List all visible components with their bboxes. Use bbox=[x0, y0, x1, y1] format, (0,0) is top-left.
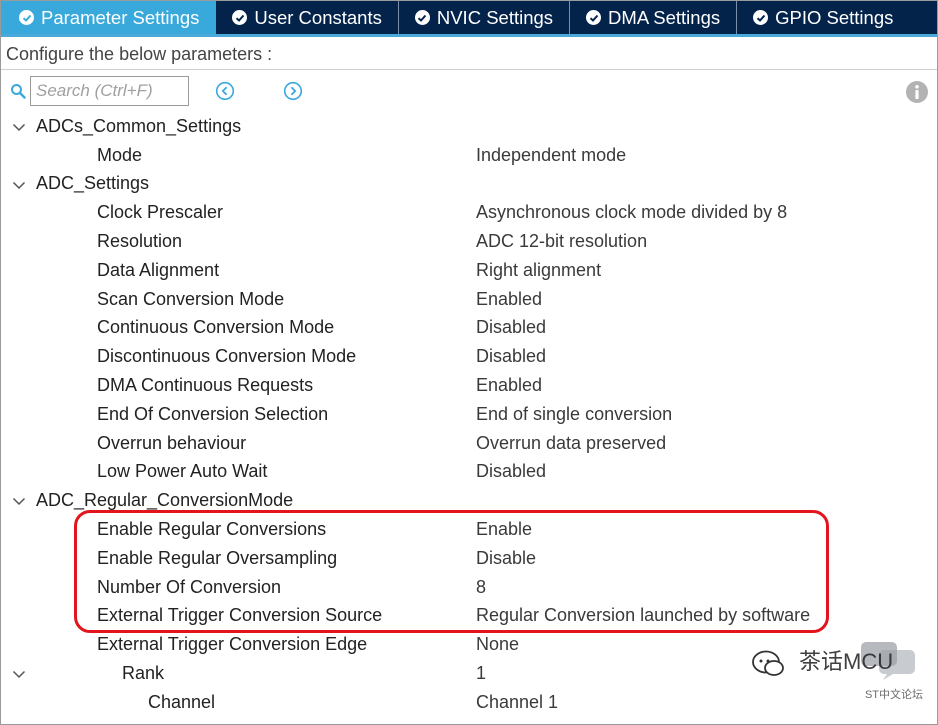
param-label: End Of Conversion Selection bbox=[97, 403, 329, 424]
tab-label: DMA Settings bbox=[608, 6, 721, 28]
tab-gpio-settings[interactable]: GPIO Settings bbox=[737, 1, 937, 34]
tab-label: GPIO Settings bbox=[775, 6, 894, 28]
check-circle-icon bbox=[753, 10, 769, 25]
chevron-right-circle-icon bbox=[283, 81, 303, 101]
param-label: Rank bbox=[122, 663, 165, 684]
param-row[interactable]: DMA Continuous Requests Enabled bbox=[1, 371, 937, 400]
param-label: Channel bbox=[148, 691, 216, 712]
param-value[interactable]: End of single conversion bbox=[476, 404, 672, 425]
param-row[interactable]: Discontinuous Conversion Mode Disabled bbox=[1, 342, 937, 371]
parameter-settings-panel: Parameter Settings User Constants NVIC S… bbox=[0, 0, 938, 725]
rank-row[interactable]: Rank 1 bbox=[1, 659, 937, 688]
param-value[interactable]: Independent mode bbox=[476, 145, 626, 166]
param-value[interactable]: Channel 1 bbox=[476, 692, 558, 713]
chevron-down-icon[interactable] bbox=[11, 119, 27, 135]
check-circle-icon bbox=[19, 10, 34, 25]
param-value[interactable]: Right alignment bbox=[476, 260, 601, 281]
param-label: External Trigger Conversion Source bbox=[97, 605, 383, 626]
param-row[interactable]: Overrun behaviour Overrun data preserved bbox=[1, 429, 937, 458]
param-label: Low Power Auto Wait bbox=[97, 461, 268, 482]
param-label: Resolution bbox=[97, 231, 183, 252]
search-icon bbox=[9, 82, 27, 100]
chevron-left-circle-icon bbox=[215, 81, 235, 101]
check-circle-icon bbox=[586, 10, 602, 25]
tab-bar: Parameter Settings User Constants NVIC S… bbox=[1, 1, 937, 37]
search-input[interactable] bbox=[30, 76, 189, 106]
configure-banner: Configure the below parameters : bbox=[1, 40, 937, 70]
group-adc-regular-conversionmode[interactable]: ADC_Regular_ConversionMode bbox=[1, 486, 937, 515]
param-value[interactable]: Overrun data preserved bbox=[476, 433, 666, 454]
group-adcs-common-settings[interactable]: ADCs_Common_Settings bbox=[1, 112, 937, 141]
check-circle-icon bbox=[232, 10, 248, 25]
param-value[interactable]: Disabled bbox=[476, 346, 546, 367]
param-label: Number Of Conversion bbox=[97, 576, 282, 597]
param-value[interactable]: ADC 12-bit resolution bbox=[476, 231, 647, 252]
param-label: Mode bbox=[97, 144, 143, 165]
param-row[interactable]: External Trigger Conversion Edge None bbox=[1, 630, 937, 659]
param-value[interactable]: Disable bbox=[476, 548, 536, 569]
search-toolbar bbox=[1, 73, 937, 109]
param-label: DMA Continuous Requests bbox=[97, 375, 314, 396]
param-label: Enable Regular Conversions bbox=[97, 519, 327, 540]
param-label: Data Alignment bbox=[97, 259, 220, 280]
param-label: Enable Regular Oversampling bbox=[97, 547, 338, 568]
param-row[interactable]: Enable Regular Conversions Enable bbox=[1, 515, 937, 544]
tab-dma-settings[interactable]: DMA Settings bbox=[570, 1, 738, 34]
param-value[interactable]: Enabled bbox=[476, 289, 542, 310]
tab-label: Parameter Settings bbox=[41, 6, 200, 28]
param-row[interactable]: Low Power Auto Wait Disabled bbox=[1, 458, 937, 487]
group-title: ADC_Settings bbox=[36, 173, 150, 194]
param-value[interactable]: Disabled bbox=[476, 317, 546, 338]
param-row[interactable]: Mode Independent mode bbox=[1, 141, 937, 170]
param-label: Clock Prescaler bbox=[97, 202, 224, 223]
param-row[interactable]: Resolution ADC 12-bit resolution bbox=[1, 227, 937, 256]
chevron-down-icon[interactable] bbox=[11, 177, 27, 193]
channel-row[interactable]: Channel Channel 1 bbox=[1, 688, 937, 717]
tab-label: NVIC Settings bbox=[436, 6, 554, 28]
parameter-tree: ADCs_Common_Settings Mode Independent mo… bbox=[1, 112, 937, 717]
chevron-down-icon[interactable] bbox=[11, 493, 27, 509]
param-value[interactable]: Regular Conversion launched by software bbox=[476, 605, 810, 626]
param-value[interactable]: 8 bbox=[476, 577, 486, 598]
param-row[interactable]: Scan Conversion Mode Enabled bbox=[1, 285, 937, 314]
group-adc-settings[interactable]: ADC_Settings bbox=[1, 170, 937, 199]
param-value[interactable]: None bbox=[476, 634, 519, 655]
tab-label: User Constants bbox=[254, 6, 382, 28]
param-row[interactable]: Clock Prescaler Asynchronous clock mode … bbox=[1, 198, 937, 227]
param-row[interactable]: Data Alignment Right alignment bbox=[1, 256, 937, 285]
param-value[interactable]: Disabled bbox=[476, 461, 546, 482]
group-title: ADC_Regular_ConversionMode bbox=[36, 490, 294, 511]
param-row[interactable]: End Of Conversion Selection End of singl… bbox=[1, 400, 937, 429]
param-label: Continuous Conversion Mode bbox=[97, 317, 335, 338]
param-value[interactable]: Asynchronous clock mode divided by 8 bbox=[476, 202, 787, 223]
param-row[interactable]: Enable Regular Oversampling Disable bbox=[1, 544, 937, 573]
tab-nvic-settings[interactable]: NVIC Settings bbox=[399, 1, 571, 34]
tab-user-constants[interactable]: User Constants bbox=[216, 1, 399, 34]
param-label: Overrun behaviour bbox=[97, 432, 247, 453]
param-value[interactable]: Enabled bbox=[476, 375, 542, 396]
info-icon[interactable] bbox=[905, 80, 929, 104]
param-label: Scan Conversion Mode bbox=[97, 288, 285, 309]
param-label: Discontinuous Conversion Mode bbox=[97, 346, 357, 367]
param-value[interactable]: 1 bbox=[476, 663, 486, 684]
chevron-down-icon[interactable] bbox=[11, 666, 27, 682]
param-row[interactable]: Number Of Conversion 8 bbox=[1, 573, 937, 602]
check-circle-icon bbox=[414, 10, 430, 25]
group-title: ADCs_Common_Settings bbox=[36, 115, 242, 136]
next-match-button[interactable] bbox=[282, 80, 304, 102]
param-value[interactable]: Enable bbox=[476, 519, 532, 540]
previous-match-button[interactable] bbox=[214, 80, 236, 102]
param-label: External Trigger Conversion Edge bbox=[97, 634, 368, 655]
tab-parameter-settings[interactable]: Parameter Settings bbox=[1, 1, 217, 34]
param-row[interactable]: External Trigger Conversion Source Regul… bbox=[1, 602, 937, 631]
param-row[interactable]: Continuous Conversion Mode Disabled bbox=[1, 314, 937, 343]
